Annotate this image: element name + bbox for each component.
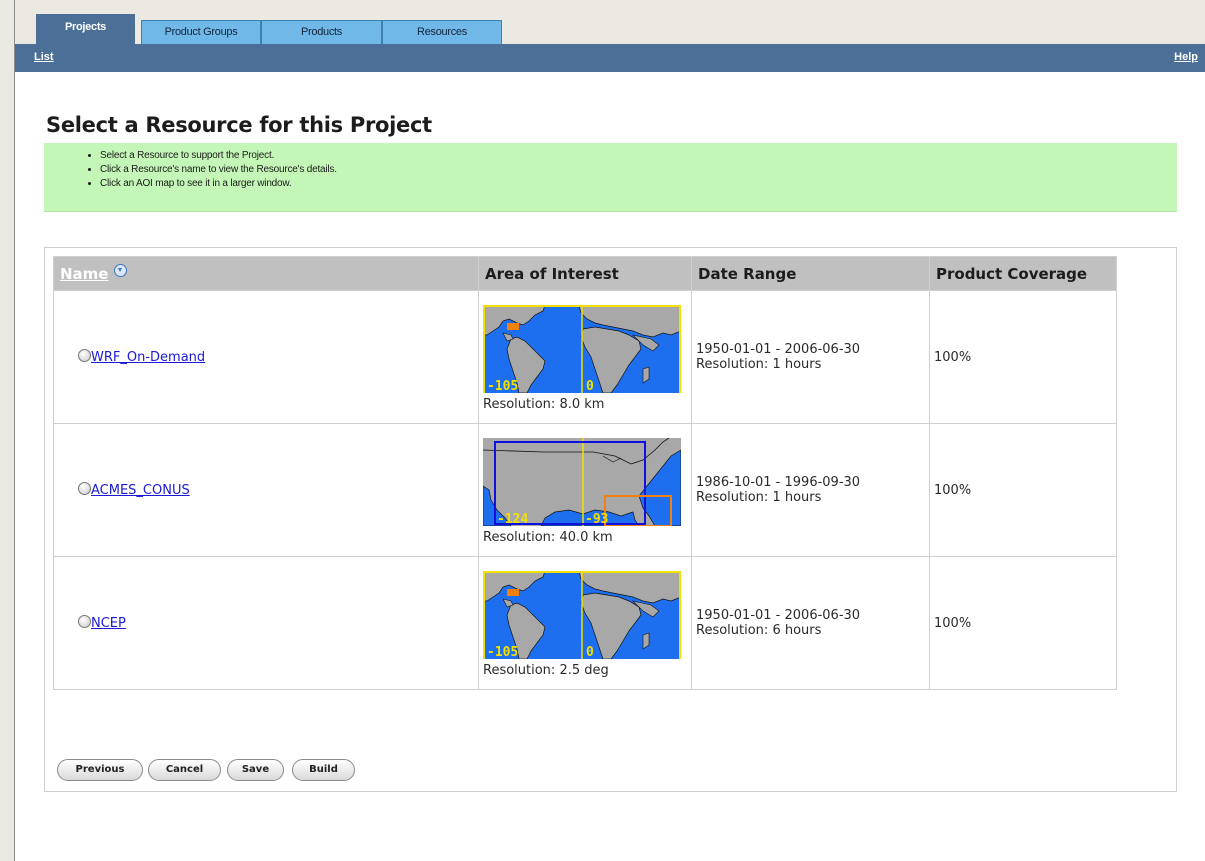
tab-bar: Projects Product Groups Products Resourc… xyxy=(15,0,1205,44)
map-right-label: -93 xyxy=(585,512,608,526)
map-right-label: 0 xyxy=(586,379,594,393)
aoi-resolution: Resolution: 40.0 km xyxy=(483,529,613,545)
coverage-cell: 100% xyxy=(929,290,1117,424)
date-range-cell: 1950-01-01 - 2006-06-30 Resolution: 6 ho… xyxy=(691,556,930,690)
name-sort-link[interactable]: Name xyxy=(60,265,108,283)
coverage-cell: 100% xyxy=(929,423,1117,557)
aoi-column-header: Area of Interest xyxy=(478,256,692,291)
name-cell: NCEP xyxy=(53,556,479,690)
instruction-item: Click a Resource's name to view the Reso… xyxy=(100,163,1177,177)
date-range: 1950-01-01 - 2006-06-30 xyxy=(696,608,861,623)
previous-button[interactable]: Previous xyxy=(57,759,143,781)
date-range-cell: 1986-10-01 - 1996-09-30 Resolution: 1 ho… xyxy=(691,423,930,557)
aoi-resolution: Resolution: 2.5 deg xyxy=(483,662,609,678)
table-header-row: Name Area of Interest Date Range Product… xyxy=(53,256,1117,291)
time-resolution: Resolution: 6 hours xyxy=(696,623,822,638)
instructions-box: Select a Resource to support the Project… xyxy=(44,143,1177,212)
resource-radio-ncep[interactable] xyxy=(78,615,91,628)
resources-table: Name Area of Interest Date Range Product… xyxy=(53,256,1117,690)
cancel-button[interactable]: Cancel xyxy=(148,759,221,781)
app-frame: Projects Product Groups Products Resourc… xyxy=(14,0,1205,861)
date-range: 1986-10-01 - 1996-09-30 xyxy=(696,475,861,490)
page-title: Select a Resource for this Project xyxy=(46,113,432,137)
aoi-cell: -105 0 Resolution: 8.0 km xyxy=(478,290,692,424)
aoi-cell: -105 0 Resolution: 2.5 deg xyxy=(478,556,692,690)
map-left-label: -124 xyxy=(497,512,528,526)
map-left-label: -105 xyxy=(487,645,518,659)
tab-projects[interactable]: Projects xyxy=(36,14,135,44)
table-row: WRF_On-Demand -105 0 Resolution: 8.0 km … xyxy=(53,290,1117,424)
tab-resources[interactable]: Resources xyxy=(382,20,502,44)
coverage-cell: 100% xyxy=(929,556,1117,690)
aoi-map-ncep[interactable]: -105 0 xyxy=(483,570,681,659)
resource-link-acmes[interactable]: ACMES_CONUS xyxy=(91,483,190,498)
time-resolution: Resolution: 1 hours xyxy=(696,357,822,372)
aoi-cell: -124 -93 Resolution: 40.0 km xyxy=(478,423,692,557)
map-left-label: -105 xyxy=(487,379,518,393)
name-column-header: Name xyxy=(53,256,479,291)
resource-link-ncep[interactable]: NCEP xyxy=(91,616,126,631)
coverage-column-header: Product Coverage xyxy=(929,256,1117,291)
time-resolution: Resolution: 1 hours xyxy=(696,490,822,505)
sort-descending-icon[interactable] xyxy=(114,264,128,277)
aoi-map-wrf[interactable]: -105 0 xyxy=(483,304,681,393)
aoi-resolution: Resolution: 8.0 km xyxy=(483,396,605,412)
table-row: ACMES_CONUS -124 -93 Resolution: 40.0 km… xyxy=(53,423,1117,557)
aoi-map-acmes[interactable]: -124 -93 xyxy=(483,437,681,526)
table-row: NCEP -105 0 Resolution: 2.5 deg 1950-01-… xyxy=(53,556,1117,690)
date-range-column-header: Date Range xyxy=(691,256,930,291)
instruction-item: Select a Resource to support the Project… xyxy=(100,149,1177,163)
list-link[interactable]: List xyxy=(34,51,54,63)
save-button[interactable]: Save xyxy=(227,759,284,781)
tab-product-groups[interactable]: Product Groups xyxy=(141,20,261,44)
resource-link-wrf[interactable]: WRF_On-Demand xyxy=(91,350,205,365)
map-right-label: 0 xyxy=(586,645,594,659)
instruction-item: Click an AOI map to see it in a larger w… xyxy=(100,177,1177,191)
tab-products[interactable]: Products xyxy=(261,20,382,44)
help-link[interactable]: Help xyxy=(1174,51,1198,63)
resource-selection-panel: Name Area of Interest Date Range Product… xyxy=(44,247,1177,792)
name-cell: ACMES_CONUS xyxy=(53,423,479,557)
sub-navigation-bar: List Help xyxy=(15,44,1205,72)
date-range-cell: 1950-01-01 - 2006-06-30 Resolution: 1 ho… xyxy=(691,290,930,424)
instructions-list: Select a Resource to support the Project… xyxy=(44,143,1177,191)
name-cell: WRF_On-Demand xyxy=(53,290,479,424)
resource-radio-wrf[interactable] xyxy=(78,349,91,362)
build-button[interactable]: Build xyxy=(292,759,355,781)
date-range: 1950-01-01 - 2006-06-30 xyxy=(696,342,861,357)
resource-radio-acmes[interactable] xyxy=(78,482,91,495)
